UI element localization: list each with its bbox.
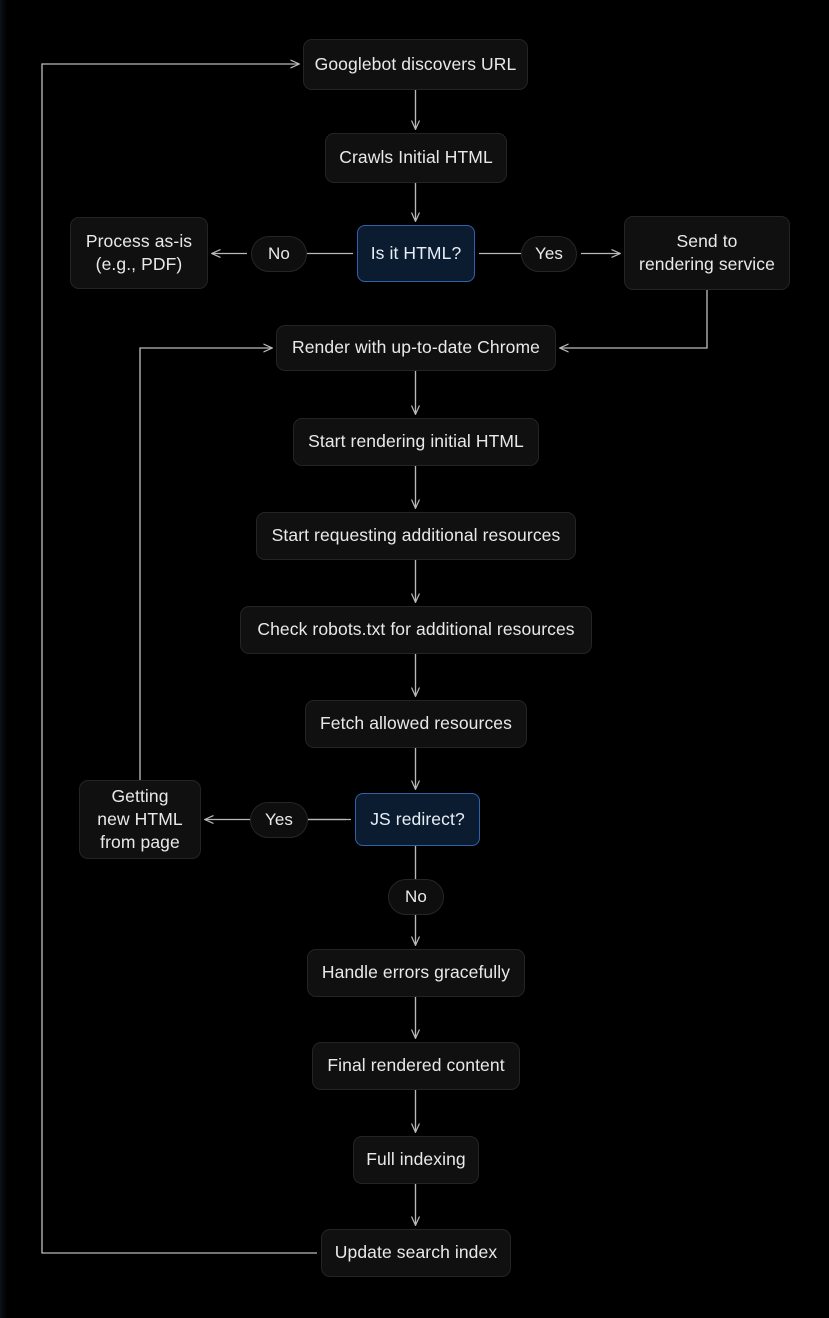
node-crawls-initial-html[interactable]: Crawls Initial HTML [325,133,507,183]
node-js-redirect-decision[interactable]: JS redirect? [355,793,480,846]
node-full-indexing[interactable]: Full indexing [353,1136,479,1184]
node-googlebot-discovers-url[interactable]: Googlebot discovers URL [303,39,528,90]
edge-label-no-is-it-html: No [251,236,307,272]
flowchart-connectors [41,0,708,1254]
node-handle-errors-gracefully[interactable]: Handle errors gracefully [307,949,525,997]
edge-label-yes-is-it-html: Yes [521,236,577,272]
node-start-requesting-additional-resources[interactable]: Start requesting additional resources [256,512,576,560]
node-process-as-is[interactable]: Process as-is (e.g., PDF) [70,217,208,289]
flowchart-canvas: Googlebot discovers URL Crawls Initial H… [0,0,829,1318]
node-update-search-index[interactable]: Update search index [321,1229,511,1277]
edge-getting-html-to-chrome [139,348,272,780]
node-check-robots-txt[interactable]: Check robots.txt for additional resource… [240,606,592,654]
edge-label-no-js-redirect: No [388,879,444,915]
node-render-with-up-to-date-chrome[interactable]: Render with up-to-date Chrome [276,325,556,371]
edge-send-render-to-chrome [560,290,708,348]
node-start-rendering-initial-html[interactable]: Start rendering initial HTML [293,418,539,466]
node-final-rendered-content[interactable]: Final rendered content [312,1042,520,1090]
edge-label-yes-js-redirect: Yes [250,802,308,838]
node-getting-new-html-from-page[interactable]: Getting new HTML from page [79,780,201,859]
node-fetch-allowed-resources[interactable]: Fetch allowed resources [305,700,527,748]
node-send-to-rendering-service[interactable]: Send to rendering service [624,216,790,290]
node-is-it-html-decision[interactable]: Is it HTML? [357,225,475,282]
